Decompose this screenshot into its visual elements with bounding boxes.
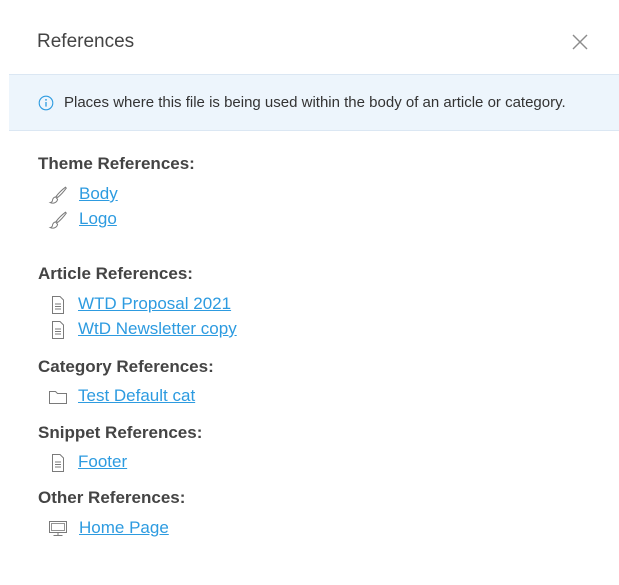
category-reference-test-default-cat[interactable]: Test Default cat [48,386,218,408]
dialog-title: References [37,31,135,52]
other-references-heading: Other References: [38,488,186,507]
references-dialog: References Places where this file is bei… [0,0,619,585]
snippet-reference-footer[interactable]: Footer [48,452,148,474]
close-icon[interactable] [570,32,590,52]
document-icon [48,295,68,315]
reference-link[interactable]: Logo [79,209,117,229]
reference-link[interactable]: WtD Newsletter copy [78,319,237,339]
reference-link[interactable]: WTD Proposal 2021 [78,294,231,314]
info-banner: Places where this file is being used wit… [9,74,619,131]
dialog-header: References [0,0,619,74]
monitor-icon [48,519,68,539]
reference-link[interactable]: Home Page [79,518,169,538]
brush-icon [48,210,68,230]
theme-references-heading: Theme References: [38,154,195,173]
folder-icon [48,387,68,407]
article-reference-wtd-proposal[interactable]: WTD Proposal 2021 [48,294,248,316]
reference-link[interactable]: Footer [78,452,127,472]
reference-link[interactable]: Test Default cat [78,386,195,406]
brush-icon [48,185,68,205]
other-reference-home-page[interactable]: Home Page [48,518,188,540]
article-reference-wtd-newsletter[interactable]: WtD Newsletter copy [48,319,248,341]
info-text: Places where this file is being used wit… [64,94,566,111]
document-icon [48,320,68,340]
info-icon [38,95,54,111]
snippet-references-heading: Snippet References: [38,423,203,442]
reference-link[interactable]: Body [79,184,118,204]
document-icon [48,453,68,473]
category-references-heading: Category References: [38,357,214,376]
article-references-heading: Article References: [38,264,193,283]
theme-reference-body[interactable]: Body [48,184,128,206]
theme-reference-logo[interactable]: Logo [48,209,128,231]
